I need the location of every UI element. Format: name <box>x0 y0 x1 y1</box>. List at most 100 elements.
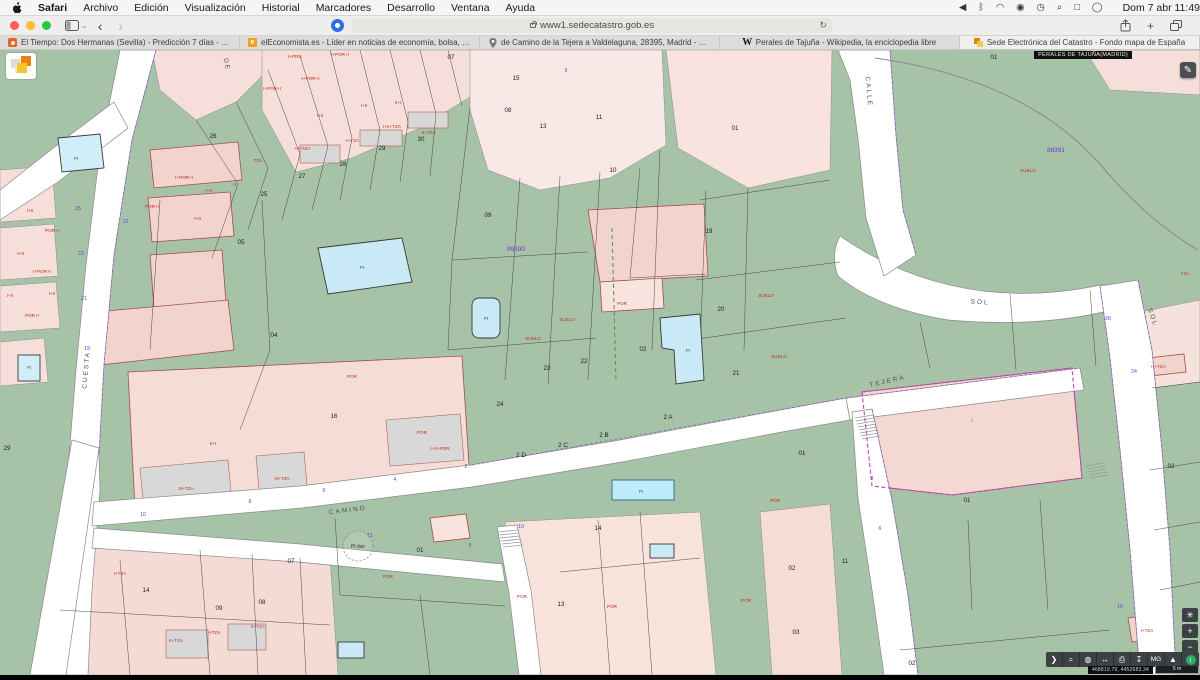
lock-icon <box>530 23 536 28</box>
address-number-label: 26 <box>1105 316 1111 322</box>
expand-toolbar-icon[interactable]: ❯ <box>1046 652 1063 667</box>
menu-status-icons: ◀ᛒ◠◉◷⌕□◯ <box>953 2 1117 13</box>
building-code-label: +II+TZA <box>294 146 312 151</box>
extension-button[interactable] <box>331 19 344 32</box>
building-code-label: -I+II <box>16 251 24 256</box>
parcel-number-label: 25 <box>261 191 268 198</box>
parcel-number-label: 14 <box>595 525 602 532</box>
building-code-label: TZA <box>254 158 264 163</box>
tab-overview-button[interactable] <box>1162 20 1190 31</box>
building-code-label: II+TZA <box>169 638 184 643</box>
building-code-label: I+II+POR <box>430 446 450 451</box>
address-number-label: 9 <box>565 68 568 74</box>
control-center-icon[interactable]: ◯ <box>1086 2 1109 13</box>
pool-label: PI <box>27 365 31 370</box>
address-bar[interactable]: www1.sedecatastro.gob.es ↻ <box>352 18 832 33</box>
map-canvas[interactable]: CUESTADECALLESOLSOLTEJERACAMINO993908839… <box>0 50 1200 675</box>
tab-google-maps[interactable]: de Camino de la Tejera a Valdelaguna, 28… <box>480 36 720 49</box>
display-icon[interactable]: □ <box>1068 2 1086 13</box>
parcel-number-label: 07 <box>448 54 455 61</box>
address-number-label: 8 <box>249 499 252 505</box>
spotlight-icon[interactable]: ⌕ <box>1051 2 1068 13</box>
parcel-number-label: 24 <box>497 401 504 408</box>
new-tab-button[interactable]: + <box>1139 19 1162 33</box>
poi-circle-label: Pl dse <box>351 544 365 550</box>
building-code-label: POR+I <box>145 204 159 209</box>
address-number-label: 25 <box>75 206 81 212</box>
address-url: www1.sedecatastro.gob.es <box>540 20 654 31</box>
building-code-label: POR <box>383 574 394 579</box>
building-code-label: SUELO <box>758 293 774 298</box>
forward-button[interactable]: › <box>110 18 131 34</box>
pin-icon[interactable]: ↧ <box>1131 652 1148 667</box>
sidebar-toggle-button[interactable] <box>65 20 79 31</box>
clock-icon[interactable]: ◷ <box>1031 2 1051 13</box>
street-name-label: SOL <box>970 298 989 306</box>
fullscreen-window-button[interactable] <box>42 21 51 30</box>
building-code-label: POR <box>741 598 752 603</box>
tab-el-tiempo[interactable]: El Tiempo: Dos Hermanas (Sevilla) - Pred… <box>0 36 240 49</box>
building-code-label: -I+II <box>193 216 201 221</box>
cursor-coordinates: 468819.79, 4452683.34 <box>1088 666 1153 674</box>
menu-item-visualizacion[interactable]: Visualización <box>177 2 254 14</box>
parcel-number-label: 01 <box>417 547 424 554</box>
menu-item-desarrollo[interactable]: Desarrollo <box>379 2 443 14</box>
parcel-number-label: 27 <box>299 173 306 180</box>
user-account-icon[interactable]: ◉ <box>1010 2 1030 13</box>
print-icon[interactable]: ⎙ <box>1114 652 1131 667</box>
tab-eleconomista[interactable]: e elEconomista.es - Líder en noticias de… <box>240 36 480 49</box>
menu-item-ayuda[interactable]: Ayuda <box>498 2 544 14</box>
globe-icon[interactable]: ◍ <box>1080 652 1097 667</box>
building-code-label: -I+TZA <box>345 138 360 143</box>
building-code-label: POR <box>607 604 618 609</box>
parcel-number-label: 02 <box>640 346 647 353</box>
menu-clock[interactable]: Dom 7 abr 11:49 <box>1117 2 1200 14</box>
close-window-button[interactable] <box>10 21 19 30</box>
background-toggle-icon[interactable]: MG <box>1148 652 1165 667</box>
reload-button[interactable]: ↻ <box>820 20 828 31</box>
tab-wikipedia[interactable]: W Perales de Tajuña - Wikipedia, la enci… <box>720 36 960 49</box>
parcel-number-label: 29 <box>4 445 11 452</box>
menu-item-historial[interactable]: Historial <box>254 2 308 14</box>
parcel-number-label: 08 <box>259 599 266 606</box>
tab-catastro[interactable]: Sede Electrónica del Catastro - Fondo ma… <box>960 36 1200 49</box>
address-number-label: 6 <box>323 488 326 494</box>
edit-pencil-button[interactable]: ✎ <box>1180 62 1196 78</box>
address-number-label: 4 <box>394 477 397 483</box>
address-number-label: 21 <box>123 219 129 225</box>
menu-item-safari[interactable]: Safari <box>30 2 75 14</box>
apple-menu-icon[interactable] <box>0 2 30 14</box>
parcel-number-label: 22 <box>581 358 588 365</box>
parcel-number-label: 23 <box>544 365 551 372</box>
address-number-label: 10 <box>140 512 146 518</box>
measure-icon[interactable]: ↔ <box>1097 652 1114 667</box>
zoom-in-icon[interactable]: + <box>1182 624 1198 638</box>
menu-item-edicion[interactable]: Edición <box>126 2 176 14</box>
zoom-search-icon[interactable]: ⌕ <box>1063 652 1080 667</box>
parcel-number-label: 09 <box>485 212 492 219</box>
terrain-icon[interactable]: ▲ <box>1165 652 1182 667</box>
info-icon[interactable]: i <box>1182 652 1199 667</box>
volume-icon[interactable]: ◀ <box>953 2 972 13</box>
parcel-number-label: 30 <box>418 136 425 143</box>
menu-item-marcadores[interactable]: Marcadores <box>308 2 379 14</box>
map-settings-icon[interactable]: ✳ <box>1182 608 1198 622</box>
pool-label: PI <box>360 265 364 270</box>
building-code-label: -I+POR+I <box>300 76 319 81</box>
share-button[interactable] <box>1112 19 1139 32</box>
bluetooth-icon[interactable]: ᛒ <box>972 2 990 13</box>
menu-item-archivo[interactable]: Archivo <box>75 2 126 14</box>
sidebar-chevron-icon[interactable]: ⌄ <box>79 21 90 30</box>
address-number-label: 6 <box>879 526 882 532</box>
wifi-icon[interactable]: ◠ <box>990 2 1010 13</box>
safari-toolbar: ⌄ ‹ › www1.sedecatastro.gob.es ↻ + <box>0 16 1200 36</box>
menu-item-ventana[interactable]: Ventana <box>443 2 498 14</box>
minimize-window-button[interactable] <box>26 21 35 30</box>
building-code-label: +I+TZA <box>1150 364 1166 369</box>
building-code-label: POR+I <box>25 313 39 318</box>
region-label: PERALES DE TAJUÑA(MADRID) <box>1034 51 1132 59</box>
parcel-number-label: 2 D <box>516 452 526 459</box>
building-code-label: -II <box>232 182 236 187</box>
polygon-id-label: 99390 <box>507 246 525 253</box>
back-button[interactable]: ‹ <box>90 18 111 34</box>
